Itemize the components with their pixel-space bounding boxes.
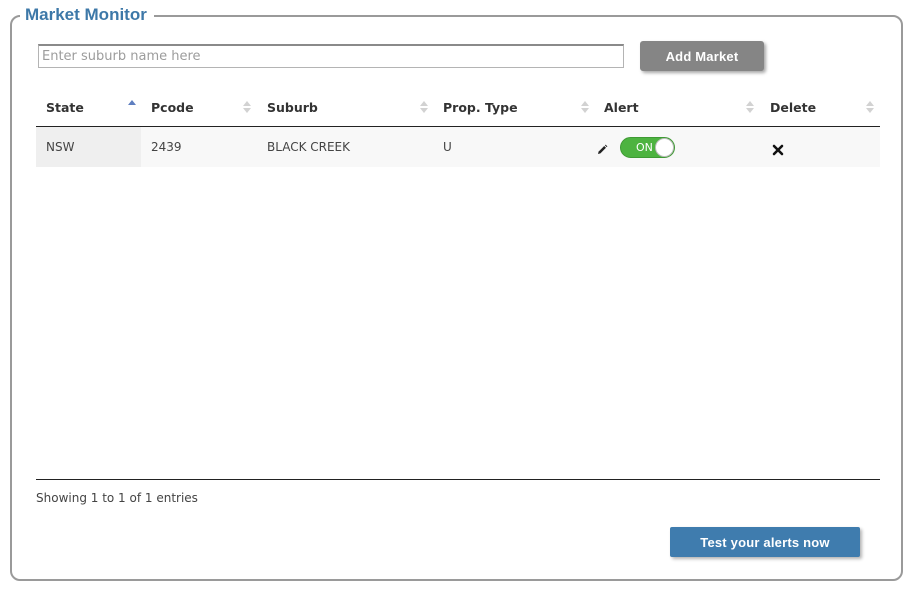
cell-state: NSW	[46, 140, 75, 154]
table-info-text: Showing 1 to 1 of 1 entries	[36, 491, 198, 505]
column-header-state[interactable]: State	[46, 98, 84, 118]
cell-suburb: BLACK CREEK	[267, 140, 351, 154]
toggle-on-label: ON	[636, 141, 653, 154]
add-market-button[interactable]: Add Market	[640, 41, 764, 71]
test-alerts-button[interactable]: Test your alerts now	[670, 527, 860, 557]
column-header-prop-type[interactable]: Prop. Type	[443, 98, 518, 118]
sort-icon[interactable]	[746, 100, 754, 116]
table-bottom-divider	[36, 479, 880, 480]
sort-icon[interactable]	[243, 100, 251, 116]
sort-icon[interactable]	[866, 100, 874, 116]
close-icon[interactable]	[772, 141, 784, 156]
column-header-delete[interactable]: Delete	[770, 98, 816, 118]
sort-icon[interactable]	[420, 100, 428, 116]
panel-title: Market Monitor	[20, 5, 154, 25]
column-header-alert[interactable]: Alert	[604, 98, 639, 118]
cell-prop-type: U	[443, 140, 452, 154]
sort-ascending-icon[interactable]	[128, 99, 136, 115]
column-header-pcode[interactable]: Pcode	[151, 98, 194, 118]
suburb-search-input[interactable]	[38, 44, 624, 68]
cell-pcode: 2439	[151, 140, 182, 154]
alert-toggle[interactable]: ON	[620, 137, 675, 158]
toggle-knob	[655, 138, 674, 157]
pencil-icon[interactable]	[596, 141, 608, 154]
column-header-suburb[interactable]: Suburb	[267, 98, 318, 118]
table-row: NSW 2439 BLACK CREEK U	[36, 127, 880, 167]
sort-icon[interactable]	[581, 100, 589, 116]
